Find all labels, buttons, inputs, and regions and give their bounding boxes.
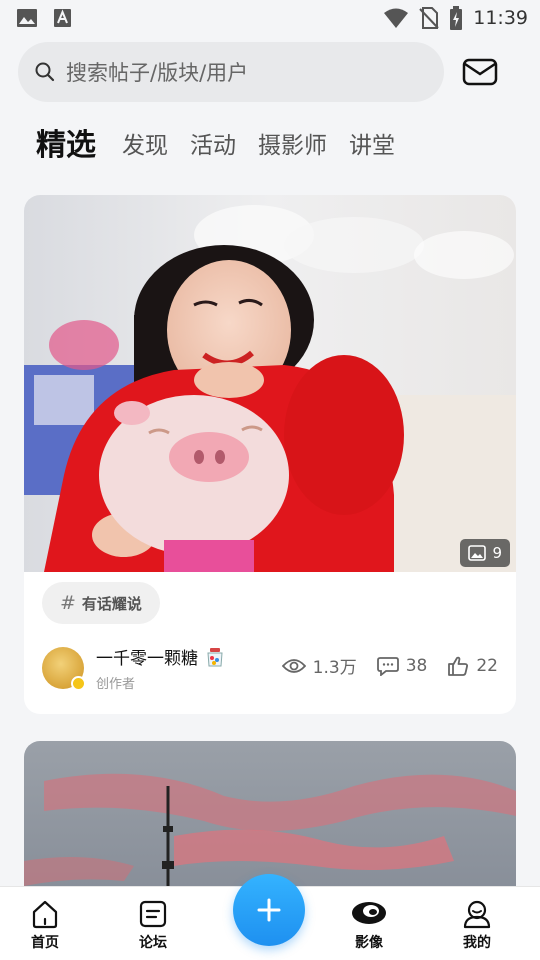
mail-icon[interactable] (460, 56, 500, 88)
tab-discover[interactable]: 发现 (122, 126, 168, 166)
views-stat: 1.3万 (281, 653, 357, 678)
nav-mine[interactable]: 我的 (442, 899, 512, 952)
imaging-icon (352, 902, 386, 924)
candy-jar-icon (207, 647, 223, 666)
search-icon (35, 62, 55, 82)
category-tabs: 精选 发现 活动 摄影师 讲堂 (36, 126, 417, 166)
post-stats: 1.3万 38 22 (281, 653, 498, 678)
no-sim-icon (419, 7, 439, 29)
search-bar[interactable]: 搜索帖子/版块/用户 (18, 42, 444, 102)
likes-stat[interactable]: 22 (447, 656, 498, 676)
thumbs-up-icon (448, 656, 469, 676)
avatar[interactable] (42, 647, 86, 691)
author-info[interactable]: 一千零一颗糖 创作者 (42, 644, 226, 692)
battery-icon (450, 6, 463, 30)
views-count: 1.3万 (312, 658, 357, 678)
author-name: 一千零一颗糖 (96, 649, 198, 669)
topic-label: 有话耀说 (81, 594, 142, 613)
comment-icon (376, 656, 399, 676)
nav-forum[interactable]: 论坛 (118, 899, 188, 952)
clock: 11:39 (473, 7, 528, 29)
nav-imaging-label: 影像 (355, 935, 383, 951)
image-icon (468, 545, 487, 561)
comments-stat[interactable]: 38 (376, 655, 428, 676)
eye-icon (281, 658, 306, 673)
nav-imaging[interactable]: 影像 (334, 899, 404, 952)
author-role: 创作者 (96, 677, 136, 692)
nav-home-label: 首页 (31, 935, 59, 951)
tab-lectures[interactable]: 讲堂 (349, 126, 395, 166)
nav-home[interactable]: 首页 (10, 899, 80, 952)
nav-mine-label: 我的 (463, 935, 491, 951)
comments-count: 38 (405, 655, 428, 676)
topic-tag[interactable]: # 有话耀说 (42, 582, 160, 624)
status-bar: 11:39 (0, 0, 540, 36)
gallery-notification-icon (17, 9, 37, 27)
forum-icon (139, 900, 167, 928)
likes-count: 22 (476, 655, 498, 676)
tab-events[interactable]: 活动 (190, 126, 236, 166)
verified-badge-icon (71, 676, 86, 691)
tab-featured[interactable]: 精选 (36, 126, 96, 166)
image-count-badge: 9 (460, 539, 510, 567)
post-photo[interactable] (24, 195, 516, 572)
search-placeholder: 搜索帖子/版块/用户 (66, 61, 249, 85)
create-post-button[interactable] (233, 874, 305, 946)
nav-forum-label: 论坛 (139, 935, 167, 951)
post-card[interactable]: 9 # 有话耀说 一千零一颗糖 创作者 1.3万 38 22 (24, 195, 516, 714)
home-icon (32, 900, 58, 929)
plus-icon (257, 898, 281, 922)
image-count: 9 (492, 544, 502, 562)
app-notification-icon (54, 9, 71, 27)
tab-photographers[interactable]: 摄影师 (258, 126, 327, 166)
wifi-icon (384, 8, 409, 28)
hash-icon: # (60, 592, 76, 614)
profile-icon (463, 900, 491, 929)
